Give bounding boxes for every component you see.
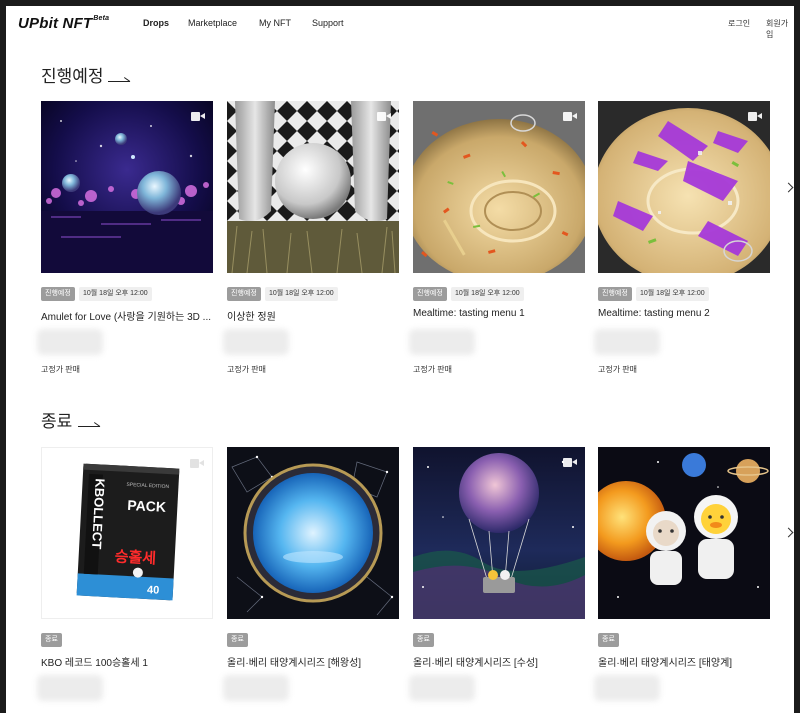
time-badge: 10월 18일 오후 12:00: [636, 287, 709, 301]
nav-my-nft[interactable]: My NFT: [259, 18, 291, 28]
blurred-price: [37, 675, 103, 701]
blurred-price: [37, 329, 103, 355]
sale-type: 고정가 판매: [413, 365, 453, 374]
video-icon: [563, 112, 577, 121]
blurred-price: [409, 675, 475, 701]
time-badge: 10월 18일 오후 12:00: [79, 287, 152, 301]
card-title[interactable]: 올리·베리 태양계시리즈 [수성]: [413, 654, 585, 669]
blurred-price: [594, 675, 660, 701]
blurred-price: [223, 329, 289, 355]
kbo-wins-text: 승홀세: [114, 547, 156, 567]
card-thumbnail[interactable]: [227, 101, 399, 273]
card-thumbnail[interactable]: [598, 101, 770, 273]
status-badge: 종료: [598, 633, 619, 647]
sale-type: 고정가 판매: [227, 365, 267, 374]
nav-support[interactable]: Support: [312, 18, 344, 28]
blurred-price: [223, 675, 289, 701]
card-thumbnail[interactable]: [413, 101, 585, 273]
card-title[interactable]: Mealtime: tasting menu 1: [413, 308, 585, 319]
card-thumbnail[interactable]: [598, 447, 770, 619]
section-title-ongoing: 진행예정: [41, 67, 104, 87]
card-title[interactable]: KBO 레코드 100승홀세 1: [41, 654, 213, 669]
kbo-pack-text: PACK: [127, 497, 166, 515]
status-badge: 진행예정: [41, 287, 75, 301]
sale-type: 고정가 판매: [598, 365, 638, 374]
card-title[interactable]: 이상한 정원: [227, 308, 399, 323]
arrow-right-icon: [78, 419, 100, 427]
card-title[interactable]: 올리·베리 태양계시리즈 [태양계]: [598, 654, 770, 669]
arrow-right-icon: [108, 74, 130, 82]
status-badge: 진행예정: [598, 287, 632, 301]
card-title[interactable]: Amulet for Love (사랑을 기원하는 3D ...: [41, 308, 213, 323]
card-thumbnail[interactable]: KBOLLECT SPECIAL EDITION PACK 승홀세 40: [41, 447, 213, 619]
sale-type: 고정가 판매: [41, 365, 81, 374]
time-badge: 10월 18일 오후 12:00: [451, 287, 524, 301]
login-link[interactable]: 로그인: [728, 18, 750, 29]
chevron-right-icon[interactable]: [783, 182, 794, 193]
page: UPbit NFTBeta Drops Marketplace My NFT S…: [6, 6, 794, 713]
logo-text: UPbit NFT: [18, 15, 93, 32]
beta-label: Beta: [93, 15, 110, 22]
card-thumbnail[interactable]: [227, 447, 399, 619]
signup-link[interactable]: 회원가입: [766, 18, 794, 40]
card-title[interactable]: Mealtime: tasting menu 2: [598, 308, 770, 319]
chevron-right-icon[interactable]: [783, 527, 794, 538]
status-badge: 종료: [227, 633, 248, 647]
status-badge: 종료: [413, 633, 434, 647]
logo[interactable]: UPbit NFTBeta: [18, 15, 109, 32]
nav-drops[interactable]: Drops: [143, 18, 169, 28]
blurred-price: [409, 329, 475, 355]
card-thumbnail[interactable]: [41, 101, 213, 273]
time-badge: 10월 18일 오후 12:00: [265, 287, 338, 301]
video-icon: [377, 112, 391, 121]
kbo-count-text: 40: [147, 584, 160, 597]
video-icon: [190, 459, 204, 468]
section-title-ended: 종료: [41, 412, 73, 432]
status-badge: 종료: [41, 633, 62, 647]
card-title[interactable]: 올리·베리 태양계시리즈 [해왕성]: [227, 654, 399, 669]
nav-marketplace[interactable]: Marketplace: [188, 18, 237, 28]
video-icon: [748, 112, 762, 121]
status-badge: 진행예정: [227, 287, 261, 301]
top-header: UPbit NFTBeta Drops Marketplace My NFT S…: [6, 6, 794, 42]
status-badge: 진행예정: [413, 287, 447, 301]
video-icon: [191, 112, 205, 121]
card-thumbnail[interactable]: [413, 447, 585, 619]
video-icon: [563, 458, 577, 467]
blurred-price: [594, 329, 660, 355]
